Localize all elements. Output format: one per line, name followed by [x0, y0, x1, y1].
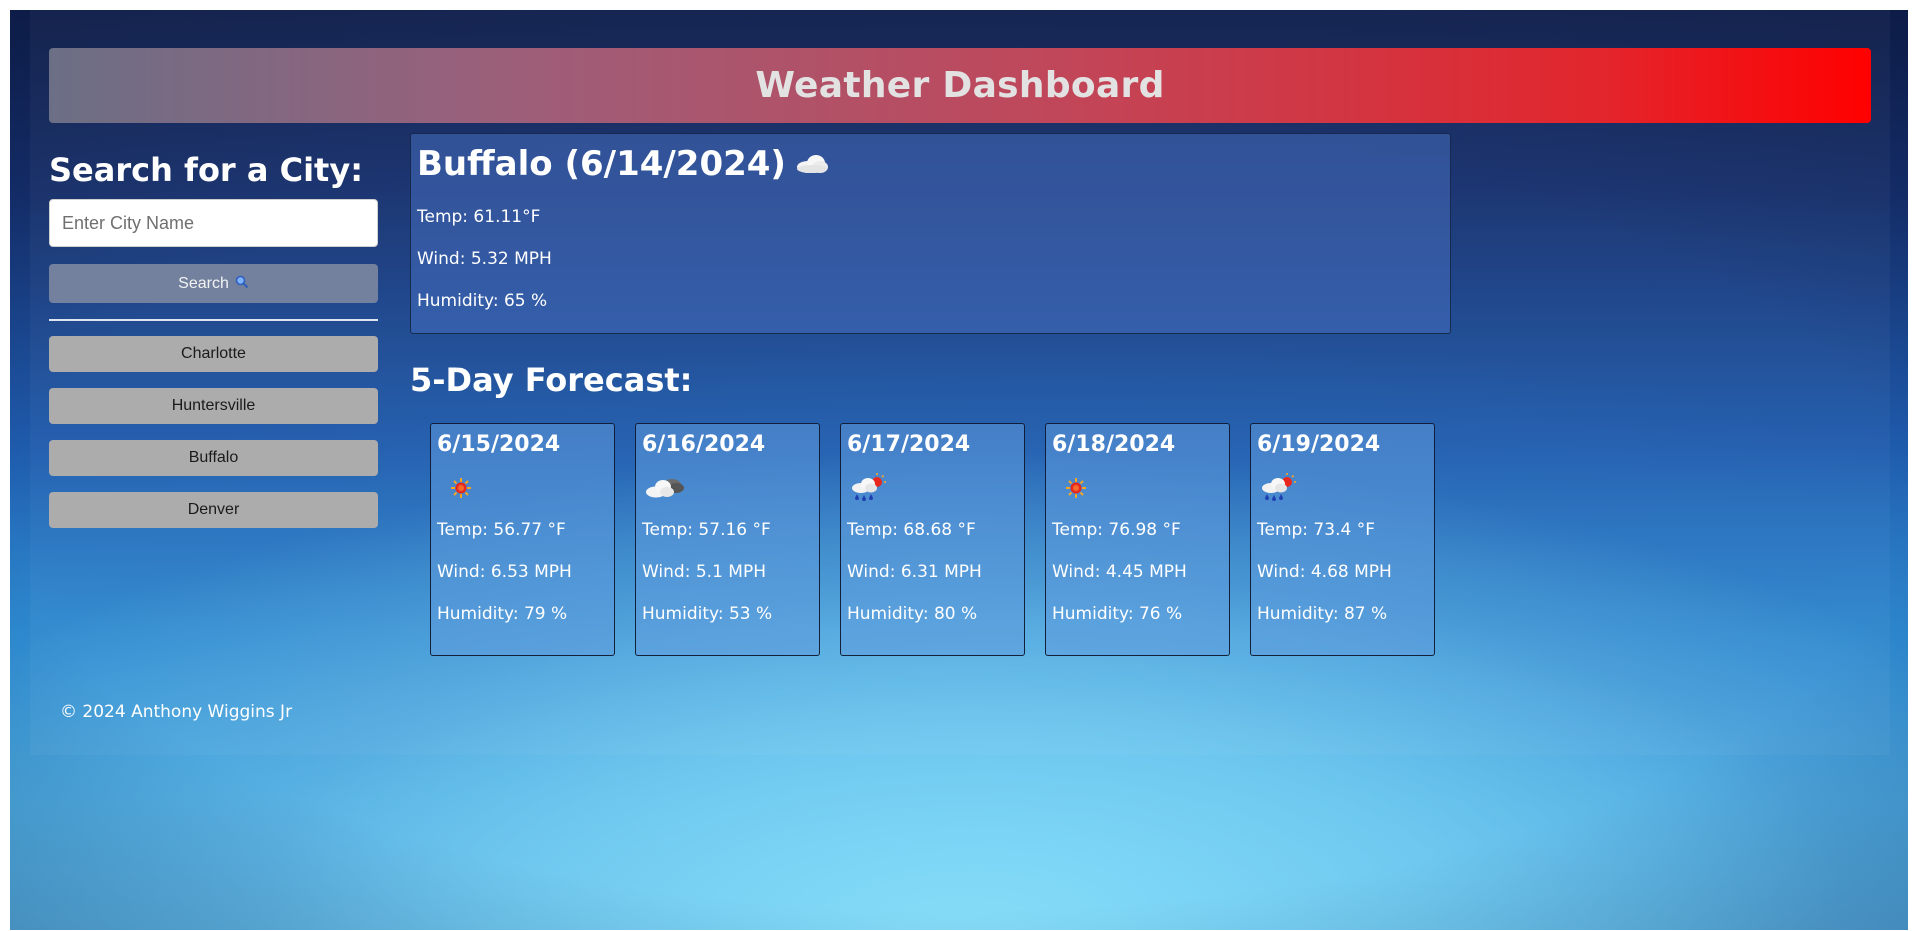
page-footer: © 2024 Anthony Wiggins Jr [60, 702, 292, 722]
forecast-humidity: Humidity: 80 % [847, 604, 978, 624]
forecast-date: 6/15/2024 [437, 432, 561, 457]
magnifier-icon [235, 275, 249, 292]
sidebar-divider [49, 319, 378, 321]
history-button-huntersville[interactable]: Huntersville [49, 388, 378, 424]
page-title: Weather Dashboard [755, 65, 1165, 106]
history-button-charlotte[interactable]: Charlotte [49, 336, 378, 372]
history-button-denver[interactable]: Denver [49, 492, 378, 528]
search-button[interactable]: Search [49, 264, 378, 303]
current-wind: Wind: 5.32 MPH [417, 249, 552, 269]
forecast-card: 6/15/2024 Temp: 56.77 °F Wind: 6.53 MPH … [430, 423, 615, 656]
forecast-temp: Temp: 76.98 °F [1052, 520, 1181, 540]
sun-icon [1052, 468, 1223, 508]
rain-sun-icon [847, 468, 1018, 508]
forecast-date: 6/16/2024 [642, 432, 766, 457]
forecast-card: 6/18/2024 Temp: 76.98 °F Wind: 4.45 MPH … [1045, 423, 1230, 656]
forecast-humidity: Humidity: 79 % [437, 604, 568, 624]
forecast-wind: Wind: 4.68 MPH [1257, 562, 1392, 582]
sun-icon [437, 468, 608, 508]
forecast-date: 6/17/2024 [847, 432, 971, 457]
history-button-buffalo[interactable]: Buffalo [49, 440, 378, 476]
forecast-temp: Temp: 56.77 °F [437, 520, 566, 540]
current-temp: Temp: 61.11°F [417, 207, 541, 227]
forecast-wind: Wind: 5.1 MPH [642, 562, 766, 582]
forecast-humidity: Humidity: 53 % [642, 604, 773, 624]
forecast-wind: Wind: 4.45 MPH [1052, 562, 1187, 582]
forecast-card: 6/16/2024 Temp: 57.16 °F Wind: 5.1 MPH H… [635, 423, 820, 656]
forecast-wind: Wind: 6.53 MPH [437, 562, 572, 582]
copyright-text: © 2024 Anthony Wiggins Jr [60, 702, 293, 722]
forecast-card: 6/19/2024 Temp: 73.4 °F Wind: 4.68 MPH H… [1250, 423, 1435, 656]
forecast-temp: Temp: 68.68 °F [847, 520, 976, 540]
forecast-list: 6/15/2024 Temp: 56.77 °F Wind: 6.53 MPH … [430, 423, 1435, 656]
current-weather-title: Buffalo (6/14/2024) [417, 143, 1444, 185]
search-history-list: Charlotte Huntersville Buffalo Denver [49, 336, 379, 528]
search-heading: Search for a City: [49, 151, 363, 189]
current-weather-card: Buffalo (6/14/2024) Temp: 61.11°F Wind: … [410, 133, 1451, 334]
clouds-icon [642, 468, 813, 508]
city-search-input[interactable] [49, 199, 378, 247]
rain-sun-icon [1257, 468, 1428, 508]
forecast-humidity: Humidity: 87 % [1257, 604, 1388, 624]
page-container: Weather Dashboard Search for a City: Sea… [30, 10, 1890, 755]
forecast-date: 6/18/2024 [1052, 432, 1176, 457]
search-sidebar: Search for a City: Search Charlotte Hunt… [49, 145, 379, 528]
current-humidity: Humidity: 65 % [417, 291, 548, 311]
cloud-icon [794, 144, 830, 184]
forecast-wind: Wind: 6.31 MPH [847, 562, 982, 582]
forecast-temp: Temp: 57.16 °F [642, 520, 771, 540]
search-button-label: Search [178, 274, 229, 292]
forecast-humidity: Humidity: 76 % [1052, 604, 1183, 624]
browser-viewport: Weather Dashboard Search for a City: Sea… [10, 10, 1908, 930]
forecast-heading: 5-Day Forecast: [410, 361, 693, 399]
forecast-card: 6/17/2024 Temp: 68.68 °F Wind: 6.31 MPH … [840, 423, 1025, 656]
forecast-date: 6/19/2024 [1257, 432, 1381, 457]
forecast-temp: Temp: 73.4 °F [1257, 520, 1375, 540]
page-header: Weather Dashboard [49, 48, 1871, 123]
current-city-date: Buffalo (6/14/2024) [417, 144, 786, 184]
